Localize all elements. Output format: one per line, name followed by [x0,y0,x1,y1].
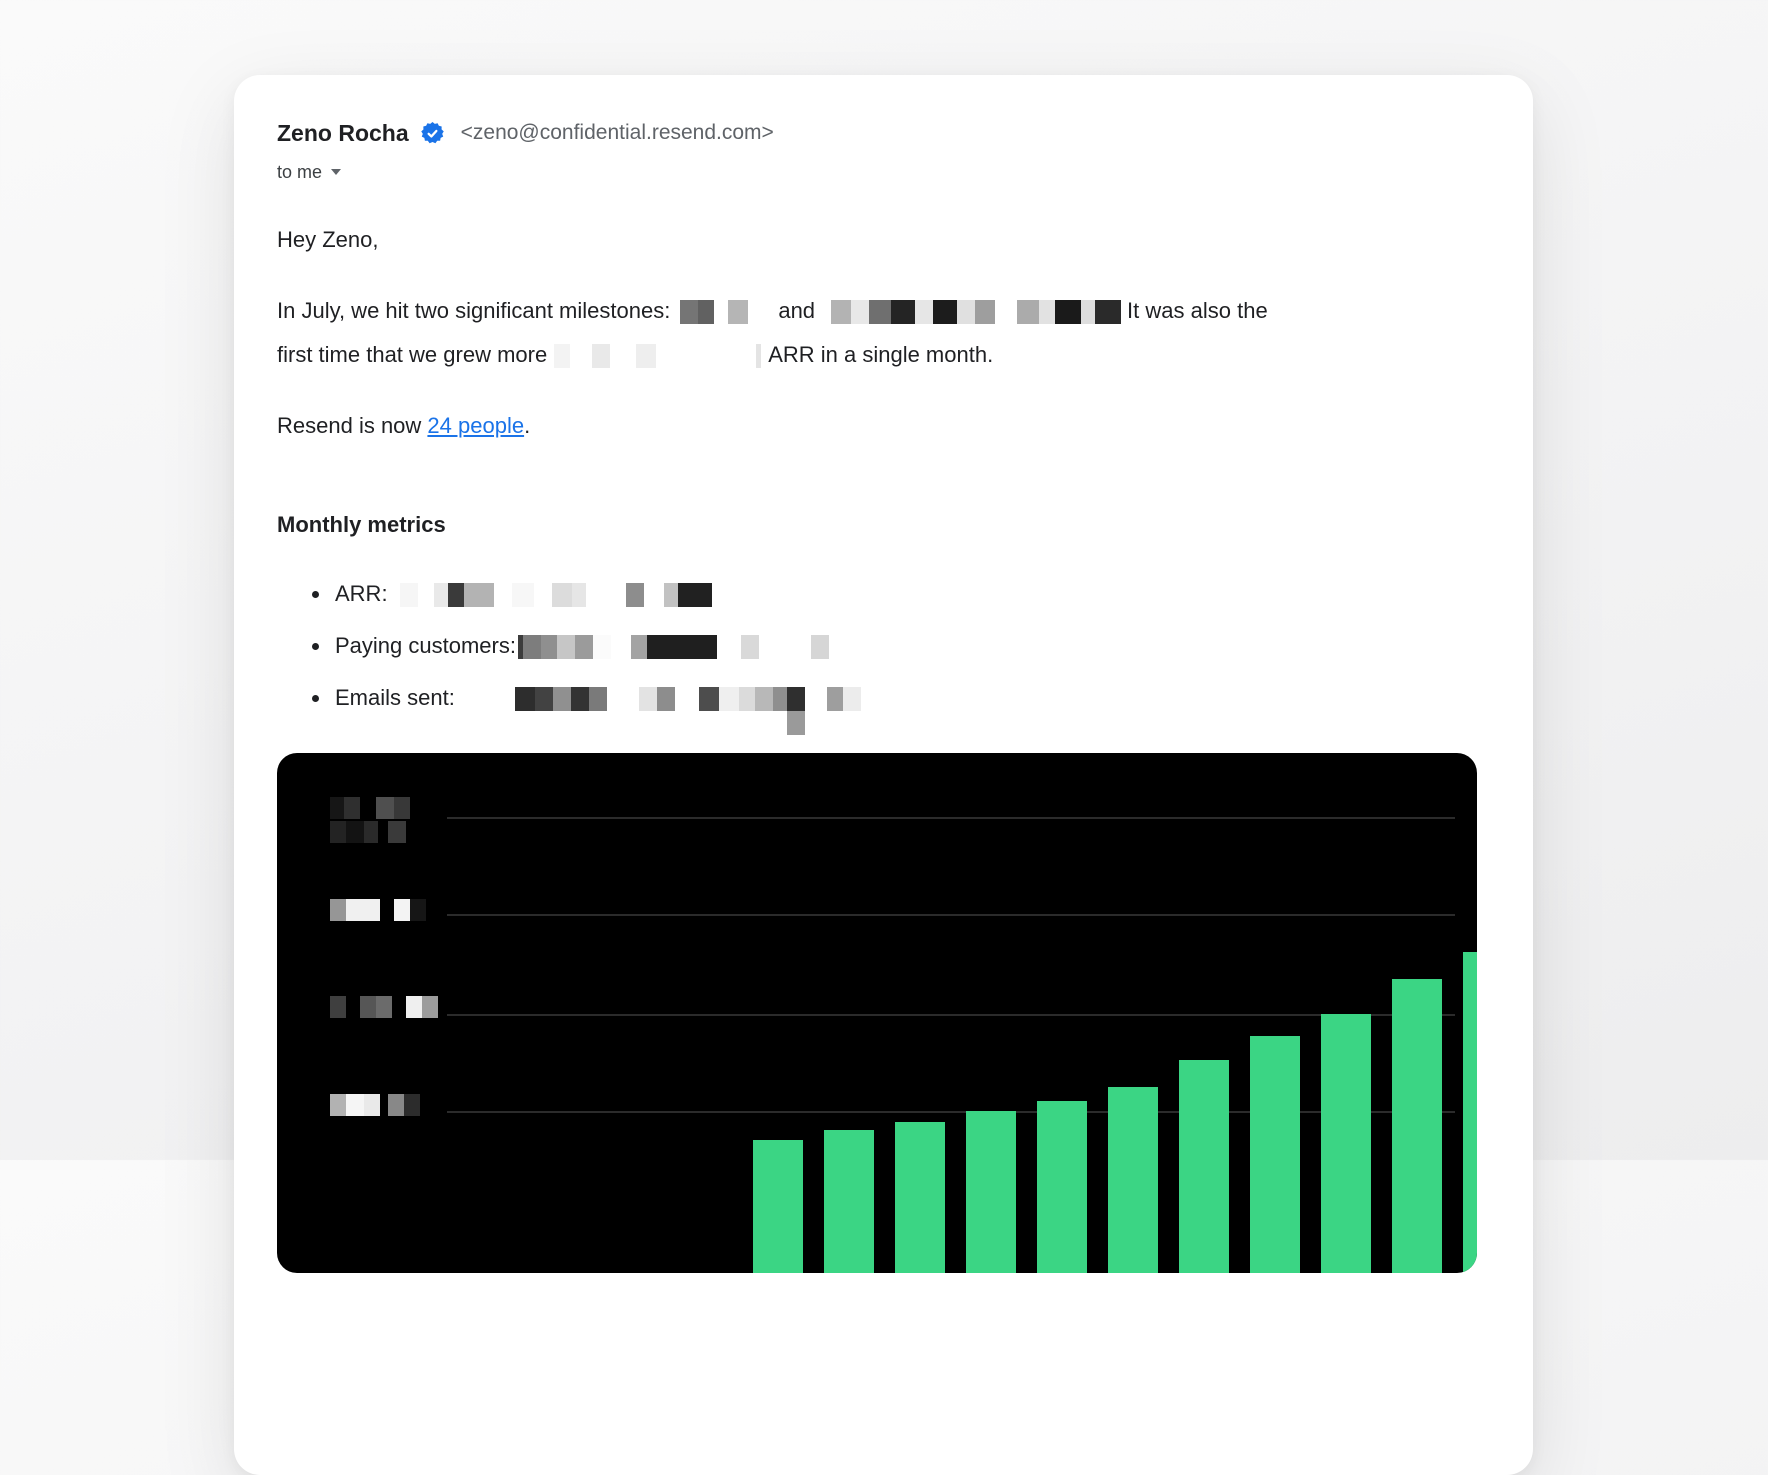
chart-bar [1321,1014,1371,1273]
chart-bar [1179,1060,1229,1273]
list-item-arr: ARR: [311,568,1491,620]
metrics-heading: Monthly metrics [277,503,1491,547]
and-text: and [778,298,815,323]
email-header: Zeno Rocha <zeno@confidential.resend.com… [277,119,1491,147]
redacted-arr-growth [554,344,761,368]
metrics-chart [277,753,1477,1273]
chart-gridline [447,1014,1455,1016]
recipient-dropdown[interactable]: to me [277,161,1491,183]
redacted-axis-label [330,797,410,845]
chart-bar [895,1122,945,1273]
redacted-milestone-2 [831,300,1121,324]
sender-address: <zeno@confidential.resend.com> [461,119,774,147]
emails-sent-label: Emails sent: [335,685,455,710]
list-item-emails-sent: Emails sent: [311,672,1491,724]
metrics-list: ARR: Paying customers: Emails sent: [277,568,1491,724]
milestones-text: In July, we hit two significant mileston… [277,298,670,323]
redacted-paying-customers-value [518,635,829,659]
verified-badge-icon [420,121,445,146]
chart-bar [1108,1087,1158,1273]
chart-bar [966,1111,1016,1273]
grew-more-text: first time that we grew more [277,342,547,367]
period-text: . [524,413,530,438]
people-count-link[interactable]: 24 people [427,413,524,438]
list-item-paying-customers: Paying customers: [311,620,1491,672]
it-was-also-text: It was also the [1127,298,1268,323]
chart-bar [1392,979,1442,1273]
sender-name: Zeno Rocha [277,119,409,147]
redacted-axis-label [330,899,426,923]
paragraph-team-size: Resend is now 24 people. [277,404,1491,448]
recipient-label: to me [277,161,322,183]
chart-bar [1463,952,1477,1273]
chart-gridline [447,914,1455,916]
greeting: Hey Zeno, [277,218,1491,262]
paying-customers-label: Paying customers: [335,633,516,658]
resend-is-now-text: Resend is now [277,413,427,438]
chart-gridline [447,817,1455,819]
chart-bar [1037,1101,1087,1273]
redacted-emails-sent-value [455,687,861,711]
redacted-arr-value [400,583,712,607]
email-card: Zeno Rocha <zeno@confidential.resend.com… [234,75,1533,1475]
chart-bar [824,1130,874,1273]
redacted-axis-label [330,996,438,1020]
redacted-milestone-1 [680,300,748,324]
chart-gridline [447,1111,1455,1113]
chevron-down-icon [331,169,341,175]
arr-label: ARR: [335,581,388,606]
arr-single-month-text: ARR in a single month. [768,342,993,367]
chart-bar [1250,1036,1300,1273]
redacted-axis-label [330,1094,420,1118]
paragraph-milestones: In July, we hit two significant mileston… [277,289,1491,377]
